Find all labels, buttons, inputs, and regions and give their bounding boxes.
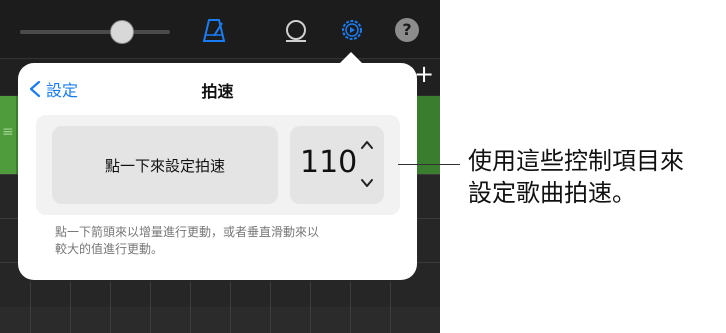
callout-line2: 設定歌曲拍速。 (468, 179, 636, 207)
plus-icon[interactable]: + (414, 60, 434, 88)
track-header[interactable]: ≡ (0, 96, 16, 174)
tempo-hint-line2: 較大的值進行更動。 (55, 242, 164, 256)
volume-slider[interactable] (20, 30, 170, 34)
help-icon[interactable]: ? (395, 18, 419, 42)
grid-line (110, 282, 111, 333)
gear-icon[interactable] (338, 16, 366, 44)
popover-title: 拍速 (201, 82, 234, 101)
grid-line (190, 282, 191, 333)
tap-tempo-button[interactable]: 點一下來設定拍速 (52, 126, 278, 204)
callout-text: 使用這些控制項目來 設定歌曲拍速。 (468, 145, 726, 209)
grid-line (70, 282, 71, 333)
chevron-up-icon[interactable] (360, 140, 374, 150)
callout-line1: 使用這些控制項目來 (468, 147, 684, 175)
grid-line (350, 282, 351, 333)
grid-line (270, 282, 271, 333)
volume-slider-thumb[interactable] (110, 20, 134, 44)
metronome-icon[interactable] (200, 16, 228, 44)
chevron-down-icon[interactable] (360, 178, 374, 188)
tempo-hint: 點一下箭頭來以增量進行更動，或者垂直滑動來以 較大的值進行更動。 (55, 224, 375, 258)
track-handle-icon: ≡ (2, 124, 14, 140)
tap-tempo-label: 點一下來設定拍速 (104, 156, 225, 175)
grid-line (390, 282, 391, 333)
callout-line (398, 164, 460, 165)
loop-icon[interactable] (282, 16, 310, 44)
grid-line (310, 282, 311, 333)
grid-line (150, 282, 151, 333)
grid-line (30, 282, 31, 333)
grid-line (230, 282, 231, 333)
tempo-value[interactable]: 110 (300, 143, 357, 183)
tempo-hint-line1: 點一下箭頭來以增量進行更動，或者垂直滑動來以 (55, 225, 320, 239)
